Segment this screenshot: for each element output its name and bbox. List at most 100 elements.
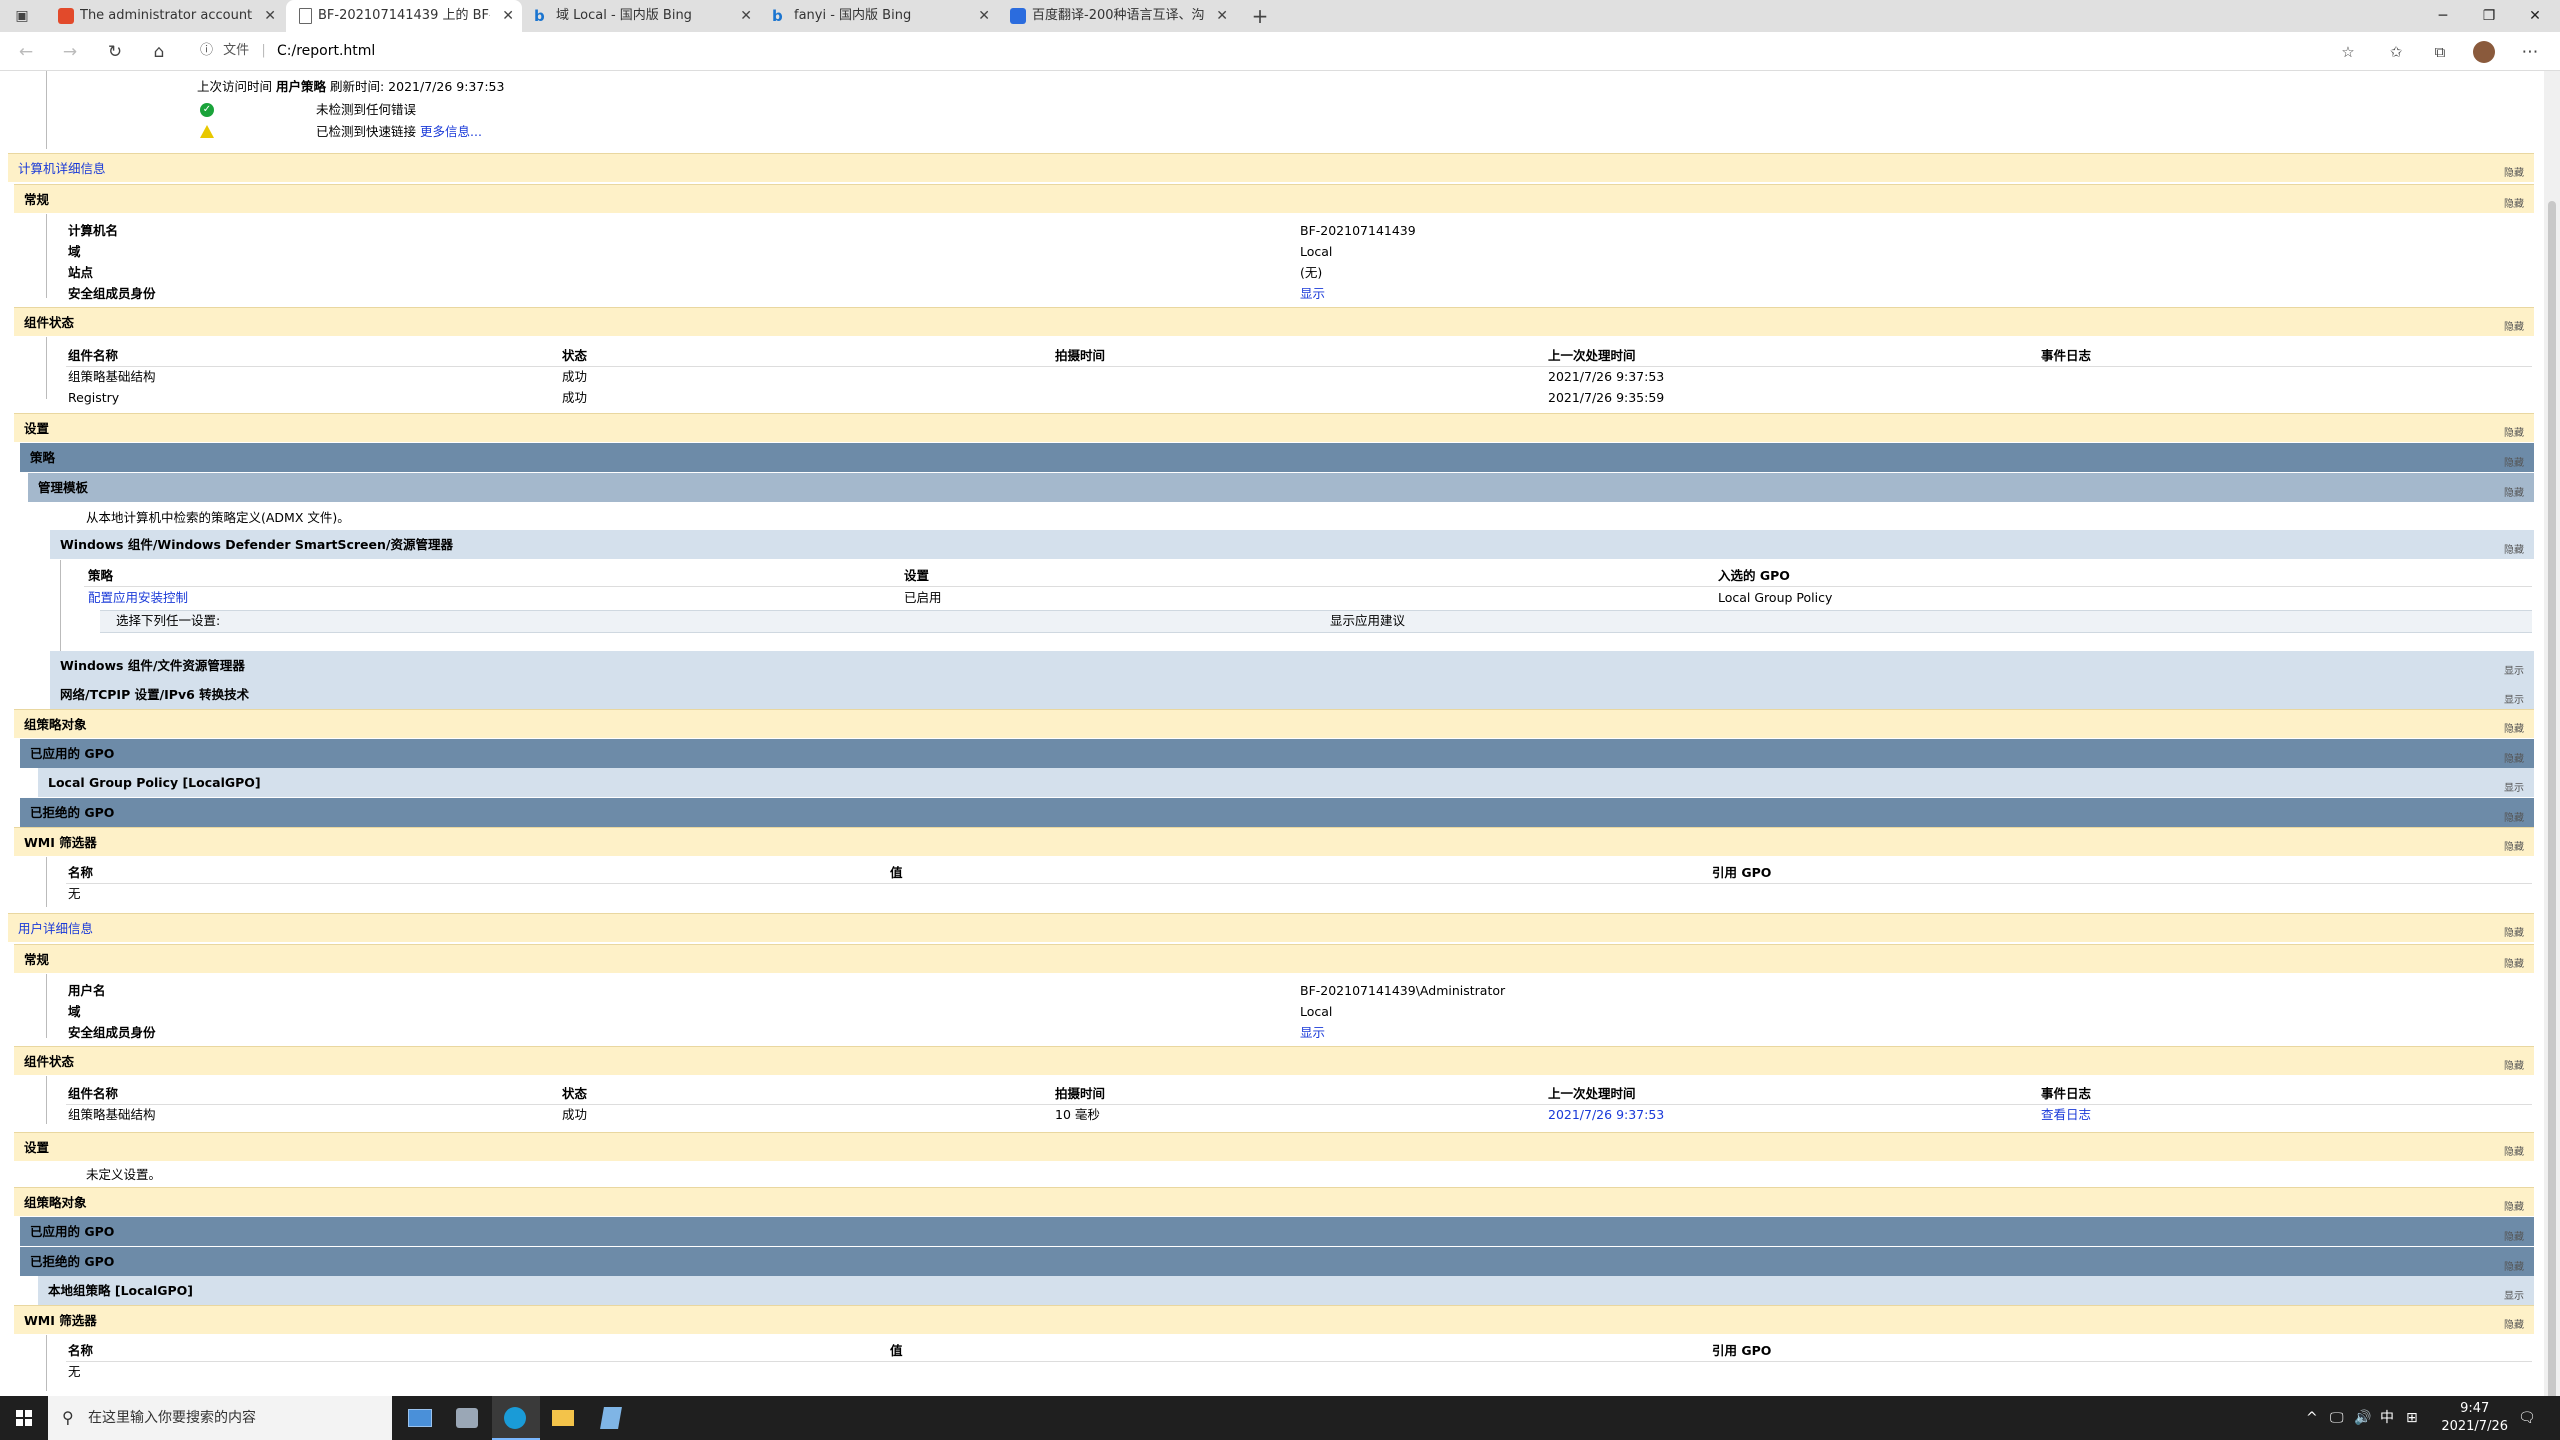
- clock[interactable]: 9:47 2021/7/26: [2441, 1400, 2508, 1436]
- computer-gpo-header[interactable]: 组策略对象 隐藏: [14, 709, 2534, 738]
- more-info-link[interactable]: 更多信息...: [420, 124, 482, 139]
- taskbar-search[interactable]: ⚲ 在这里输入你要搜索的内容: [48, 1396, 392, 1440]
- file-explorer-icon[interactable]: [540, 1396, 588, 1440]
- collapse-icon[interactable]: 隐藏: [2504, 960, 2524, 970]
- user-general-header[interactable]: 常规 隐藏: [14, 944, 2534, 973]
- page-scrollbar[interactable]: [2544, 71, 2560, 1401]
- collapse-icon[interactable]: 隐藏: [2504, 459, 2524, 469]
- bing-icon: b: [534, 7, 545, 25]
- user-settings-header[interactable]: 设置 隐藏: [14, 1132, 2534, 1161]
- collapse-icon[interactable]: 隐藏: [2504, 755, 2524, 765]
- collections-icon[interactable]: ⧉: [2428, 40, 2452, 64]
- url-text[interactable]: C:/report.html: [277, 40, 375, 62]
- denied-gpo-header[interactable]: 已拒绝的 GPO 隐藏: [20, 798, 2534, 827]
- app-icon[interactable]: [444, 1396, 492, 1440]
- tab-strip: ▣ The administrator account is pro ✕ BF-…: [0, 0, 2560, 32]
- collapse-icon[interactable]: 隐藏: [2504, 814, 2524, 824]
- notepad-icon[interactable]: [588, 1396, 636, 1440]
- show-membership-link[interactable]: 显示: [1300, 284, 1325, 304]
- fast-link-line: 已检测到快速链接 更多信息...: [316, 124, 482, 139]
- user-details-header[interactable]: 用户详细信息 隐藏: [8, 913, 2534, 942]
- user-applied-gpo-header[interactable]: 已应用的 GPO 隐藏: [20, 1217, 2534, 1246]
- smartscreen-header[interactable]: Windows 组件/Windows Defender SmartScreen/…: [50, 530, 2534, 559]
- computer-settings-header[interactable]: 设置 隐藏: [14, 413, 2534, 442]
- ime-indicator[interactable]: 中: [2380, 1396, 2394, 1440]
- start-button[interactable]: [0, 1396, 48, 1440]
- close-icon[interactable]: ✕: [1216, 0, 1228, 32]
- collapse-icon[interactable]: 隐藏: [2504, 200, 2524, 210]
- profile-avatar[interactable]: [2472, 40, 2496, 64]
- site-info[interactable]: ⓘ 文件 |: [200, 40, 266, 62]
- tab-baidu-fanyi[interactable]: 百度翻译-200种语言互译、沟通 ✕: [1000, 0, 1236, 32]
- user-show-membership-link[interactable]: 显示: [1300, 1023, 1325, 1043]
- user-gpo-header[interactable]: 组策略对象 隐藏: [14, 1187, 2534, 1216]
- task-view-icon[interactable]: [396, 1396, 444, 1440]
- last-processed-link[interactable]: 2021/7/26 9:37:53: [1548, 1105, 1664, 1125]
- home-icon[interactable]: ⌂: [147, 40, 171, 64]
- expand-icon[interactable]: 显示: [2504, 1292, 2524, 1302]
- close-icon[interactable]: ✕: [264, 0, 276, 32]
- computer-component-status-header[interactable]: 组件状态 隐藏: [14, 307, 2534, 336]
- close-icon[interactable]: ✕: [502, 0, 514, 32]
- computer-details-header[interactable]: 计算机详细信息 隐藏: [8, 153, 2534, 182]
- no-settings-text: 未定义设置。: [86, 1167, 162, 1182]
- add-favorite-icon[interactable]: ☆: [2336, 40, 2360, 64]
- expand-icon[interactable]: 显示: [2504, 696, 2524, 706]
- file-icon: [299, 8, 312, 24]
- minimize-icon[interactable]: ─: [2420, 0, 2466, 32]
- collapse-icon[interactable]: 隐藏: [2504, 323, 2524, 333]
- tab-actions-icon[interactable]: ▣: [10, 4, 34, 28]
- expand-icon[interactable]: 显示: [2504, 784, 2524, 794]
- network-icon[interactable]: 🖵: [2330, 1396, 2344, 1440]
- tab-report[interactable]: BF-202107141439 上的 BF-202107 ✕: [286, 0, 522, 32]
- computer-wmi-header[interactable]: WMI 筛选器 隐藏: [14, 827, 2534, 856]
- scrollbar-thumb[interactable]: [2548, 201, 2556, 1401]
- info-icon: ⓘ: [200, 43, 214, 58]
- edge-icon[interactable]: [492, 1396, 540, 1440]
- restore-icon[interactable]: ❐: [2466, 0, 2512, 32]
- collapse-icon[interactable]: 隐藏: [2504, 429, 2524, 439]
- file-explorer-header[interactable]: Windows 组件/文件资源管理器 显示: [50, 651, 2534, 680]
- policy-header[interactable]: 策略 隐藏: [20, 443, 2534, 472]
- user-denied-gpo-header[interactable]: 已拒绝的 GPO 隐藏: [20, 1247, 2534, 1276]
- collapse-icon[interactable]: 隐藏: [2504, 1148, 2524, 1158]
- close-window-icon[interactable]: ✕: [2512, 0, 2558, 32]
- collapse-icon[interactable]: 隐藏: [2504, 546, 2524, 556]
- tcpip-header[interactable]: 网络/TCPIP 设置/IPv6 转换技术 显示: [50, 680, 2534, 709]
- user-wmi-header[interactable]: WMI 筛选器 隐藏: [14, 1305, 2534, 1334]
- collapse-icon[interactable]: 隐藏: [2504, 1203, 2524, 1213]
- new-tab-icon[interactable]: +: [1248, 4, 1272, 28]
- local-gpo-header[interactable]: Local Group Policy [LocalGPO] 显示: [38, 768, 2534, 797]
- forward-icon[interactable]: →: [58, 40, 82, 64]
- tray-chevron-icon[interactable]: ^: [2306, 1396, 2318, 1440]
- collapse-icon[interactable]: 隐藏: [2504, 489, 2524, 499]
- expand-icon[interactable]: 显示: [2504, 667, 2524, 677]
- ime-mode-icon[interactable]: ⊞: [2406, 1396, 2418, 1440]
- more-icon[interactable]: ⋯: [2518, 40, 2542, 64]
- user-component-status-header[interactable]: 组件状态 隐藏: [14, 1046, 2534, 1075]
- tab-bing-fanyi[interactable]: b fanyi - 国内版 Bing ✕: [762, 0, 998, 32]
- close-icon[interactable]: ✕: [740, 0, 752, 32]
- collapse-icon[interactable]: 隐藏: [2504, 1321, 2524, 1331]
- refresh-icon[interactable]: ↻: [103, 40, 127, 64]
- collapse-icon[interactable]: 隐藏: [2504, 1233, 2524, 1243]
- collapse-icon[interactable]: 隐藏: [2504, 843, 2524, 853]
- app-install-control-link[interactable]: 配置应用安装控制: [88, 588, 188, 608]
- collapse-icon[interactable]: 隐藏: [2504, 169, 2524, 179]
- collapse-icon[interactable]: 隐藏: [2504, 1062, 2524, 1072]
- tab-bing-local[interactable]: b 域 Local - 国内版 Bing ✕: [524, 0, 760, 32]
- applied-gpo-header[interactable]: 已应用的 GPO 隐藏: [20, 739, 2534, 768]
- admin-templates-header[interactable]: 管理模板 隐藏: [28, 473, 2534, 502]
- user-local-gpo-header[interactable]: 本地组策略 [LocalGPO] 显示: [38, 1276, 2534, 1305]
- favorites-icon[interactable]: ✩: [2384, 40, 2408, 64]
- collapse-icon[interactable]: 隐藏: [2504, 929, 2524, 939]
- computer-general-header[interactable]: 常规 隐藏: [14, 184, 2534, 213]
- collapse-icon[interactable]: 隐藏: [2504, 725, 2524, 735]
- notifications-icon[interactable]: 🗨: [2518, 1396, 2536, 1440]
- tab-admin-account[interactable]: The administrator account is pro ✕: [48, 0, 284, 32]
- back-icon[interactable]: ←: [14, 40, 38, 64]
- view-log-link[interactable]: 查看日志: [2041, 1105, 2091, 1125]
- volume-icon[interactable]: 🔊: [2354, 1396, 2371, 1440]
- close-icon[interactable]: ✕: [978, 0, 990, 32]
- collapse-icon[interactable]: 隐藏: [2504, 1263, 2524, 1273]
